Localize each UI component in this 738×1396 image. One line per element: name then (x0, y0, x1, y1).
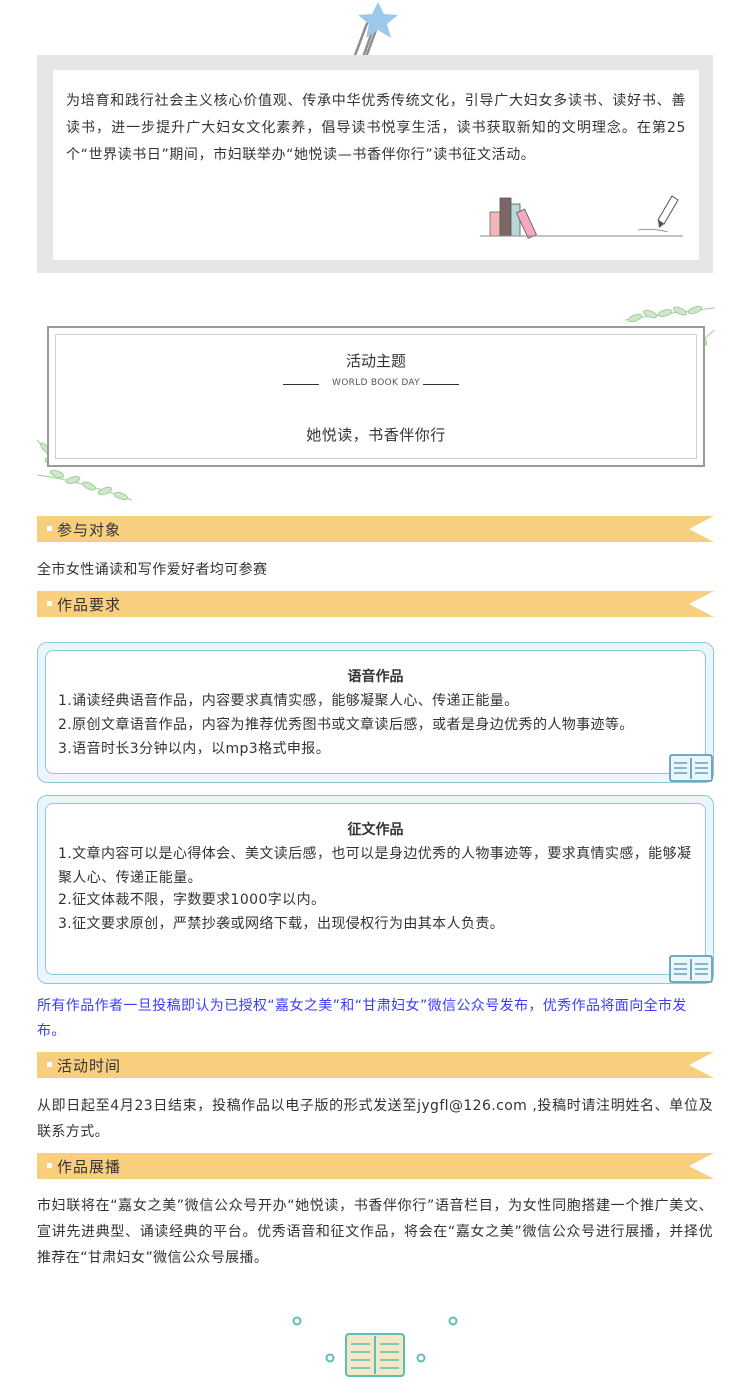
showcase-text: 市妇联将在“嘉女之美”微信公众号开办“她悦读，书香伴你行”语音栏目，为女性同胞搭… (37, 1198, 713, 1266)
section-label: 参与对象 (57, 521, 122, 539)
section-header-showcase: 作品展播 (37, 1153, 714, 1179)
theme-value: 她悦读，书香伴你行 (306, 426, 446, 444)
essay-item: 1.文章内容可以是心得体会、美文读后感，也可以是身边优秀的人物事迹等，要求真情实… (58, 846, 692, 886)
section-bullet (47, 526, 52, 531)
essay-title: 征文作品 (347, 822, 404, 838)
voice-item: 2.原创文章语音作品，内容为推荐优秀图书或文章读后感，或者是身边优秀的人物事迹等… (58, 717, 634, 733)
voice-item: 3.语音时长3分钟以内，以mp3格式申报。 (58, 741, 331, 757)
section-header-requirements: 作品要求 (37, 591, 714, 617)
open-book-icon (669, 955, 713, 983)
essay-item: 2.征文体裁不限，字数要求1000字以内。 (58, 892, 326, 908)
theme-title: 活动主题 (345, 352, 406, 370)
section-label: 作品展播 (57, 1158, 122, 1176)
books-icon (489, 197, 537, 239)
bottom-book-decoration (292, 1316, 458, 1377)
voice-title: 语音作品 (347, 669, 404, 685)
section-bullet (47, 1163, 52, 1168)
open-book-icon (669, 754, 713, 782)
authorization-notice: 所有作品作者一旦投稿即认为已授权“嘉女之美”和“甘肃妇女”微信公众号发布，优秀作… (37, 998, 687, 1039)
section-bullet (47, 1062, 52, 1067)
essay-item: 3.征文要求原创，严禁抄袭或网络下载，出现侵权行为由其本人负责。 (58, 916, 505, 932)
voice-item: 1.诵读经典语音作品，内容要求真情实感，能够凝聚人心、传递正能量。 (58, 693, 519, 709)
section-label: 作品要求 (57, 596, 122, 614)
pencil-icon (637, 195, 679, 233)
books-pencil-illustration (480, 195, 683, 239)
participants-text: 全市女性诵读和写作爱好者均可参赛 (37, 562, 268, 578)
intro-text: 为培育和践行社会主义核心价值观、传承中华优秀传统文化，引导广大妇女多读书、读好书… (66, 93, 686, 163)
section-label: 活动时间 (57, 1057, 122, 1075)
theme-subtitle: WORLD BOOK DAY (332, 378, 420, 388)
theme-divider-right (423, 384, 459, 385)
open-book-icon (345, 1333, 405, 1377)
section-header-time: 活动时间 (37, 1052, 714, 1078)
time-text: 从即日起至4月23日结束，投稿作品以电子版的形式发送至jygfl@126.com… (37, 1098, 713, 1140)
section-header-participants: 参与对象 (37, 516, 714, 542)
section-bullet (47, 601, 52, 606)
